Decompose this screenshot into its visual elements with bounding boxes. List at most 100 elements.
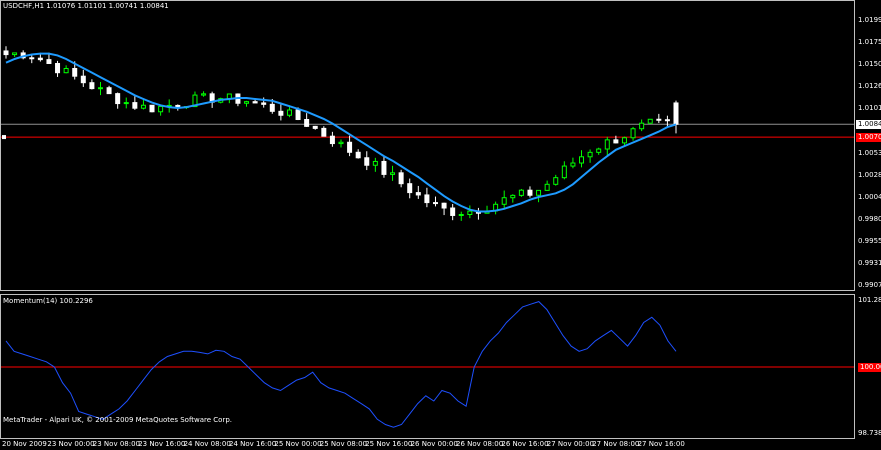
price-tick-label: 1.01505	[858, 60, 881, 68]
candle-body	[132, 102, 138, 109]
time-tick-label: 25 Nov 08:00	[319, 440, 367, 448]
candle-body	[415, 192, 421, 196]
candle-body	[458, 213, 464, 216]
candle-body	[527, 189, 533, 196]
candle-body	[106, 87, 112, 95]
price-tick-label: 0.99315	[858, 258, 881, 267]
candle-body	[312, 125, 318, 129]
candle-body	[467, 210, 473, 215]
price-tick-label: 1.01015	[858, 104, 881, 113]
time-tick-label: 23 Nov 08:00	[92, 440, 140, 448]
time-tick-label: 26 Nov 00:00	[410, 440, 458, 448]
candle-body	[149, 104, 155, 113]
time-tick-label: 26 Nov 16:00	[501, 440, 549, 448]
price-tick-label: 1.01990	[858, 16, 881, 24]
candle-body	[269, 103, 275, 112]
candle-body	[518, 189, 524, 196]
time-tick-label: 25 Nov 16:00	[365, 440, 413, 448]
momentum-title: Momentum(14) 100.2296	[3, 297, 93, 305]
price-tick-label: 1.00045	[858, 192, 881, 201]
time-tick-label: 24 Nov 08:00	[183, 440, 231, 448]
candle-body	[55, 62, 61, 74]
price-tick-label: 1.01260	[858, 82, 881, 91]
time-tick-label: 23 Nov 00:00	[47, 440, 95, 448]
candle-body	[338, 141, 344, 145]
price-tick-label: 1.00285	[858, 170, 881, 179]
chart-window[interactable]	[0, 0, 881, 450]
candle-body	[664, 119, 670, 122]
candle-body	[596, 148, 602, 153]
candle-body	[80, 75, 86, 84]
candle-body	[321, 127, 327, 137]
candle-body	[278, 110, 284, 116]
candle-body	[244, 101, 250, 104]
current-price-label: 1.00841	[856, 120, 881, 130]
candle-body	[390, 172, 396, 175]
candle-body	[407, 183, 413, 194]
candle-body	[441, 202, 447, 209]
level-line-marker	[2, 135, 6, 140]
price-tick-label: 1.00530	[858, 148, 881, 157]
time-tick-label: 25 Nov 00:00	[274, 440, 322, 448]
candle	[647, 118, 653, 124]
candle-body	[3, 50, 9, 56]
momentum-tick-label: 101.281	[858, 296, 881, 304]
candle-body	[63, 68, 69, 74]
candle-body	[630, 128, 636, 139]
candle-body	[329, 135, 335, 145]
momentum-tick-label: 100.000	[858, 363, 881, 372]
chart-header: USDCHF,H1 1.01076 1.01101 1.00741 1.0084…	[3, 2, 169, 10]
momentum-tick-label: 98.7384	[858, 429, 881, 437]
candle-body	[29, 57, 35, 60]
chart-background	[0, 0, 881, 450]
candle	[149, 104, 155, 113]
candle-body	[295, 109, 301, 121]
candle-body	[252, 101, 258, 104]
candle-body	[37, 57, 43, 61]
candle-body	[115, 93, 121, 105]
time-tick-label: 26 Nov 08:00	[456, 440, 504, 448]
price-tick-label: 1.01750	[858, 37, 881, 46]
candle-body	[647, 118, 653, 124]
candle-body	[553, 177, 559, 185]
candle-body	[450, 207, 456, 216]
candle-body	[501, 197, 507, 205]
candle-body	[398, 172, 404, 185]
candle-body	[561, 165, 567, 179]
candle-body	[613, 139, 619, 144]
candle-body	[656, 118, 662, 121]
price-tick-label: 0.99070	[858, 281, 881, 289]
candle-body	[175, 104, 181, 108]
candle-body	[570, 162, 576, 167]
candle-body	[381, 160, 387, 175]
candle-body	[536, 189, 542, 196]
candle-body	[89, 82, 95, 90]
candle-body	[261, 102, 267, 105]
copyright-text: MetaTrader - Alpari UK, © 2001-2009 Meta…	[3, 416, 233, 424]
candle-body	[432, 202, 438, 205]
candle-body	[587, 151, 593, 158]
candle-body	[12, 52, 18, 56]
candle-body	[140, 104, 146, 109]
price-tick-label: 0.99800	[858, 214, 881, 223]
candle-body	[46, 59, 52, 64]
time-tick-label: 23 Nov 16:00	[138, 440, 186, 448]
candle-body	[673, 102, 679, 125]
candle-body	[355, 151, 361, 159]
price-tick-label: 0.99555	[858, 236, 881, 245]
level-price-label: 1.00700	[856, 133, 881, 143]
candle-body	[364, 157, 370, 166]
candle-body	[158, 105, 164, 113]
candle-body	[621, 137, 627, 144]
candle-body	[304, 119, 310, 127]
candle-body	[424, 194, 430, 204]
candle-body	[604, 139, 610, 150]
time-tick-label: 27 Nov 16:00	[637, 440, 685, 448]
candle-body	[286, 109, 292, 116]
candle-body	[510, 194, 516, 199]
time-tick-label: 20 Nov 2009	[2, 440, 47, 448]
candle-body	[639, 122, 645, 130]
candle-body	[123, 102, 129, 105]
time-tick-label: 24 Nov 16:00	[229, 440, 277, 448]
candle-body	[201, 93, 207, 96]
